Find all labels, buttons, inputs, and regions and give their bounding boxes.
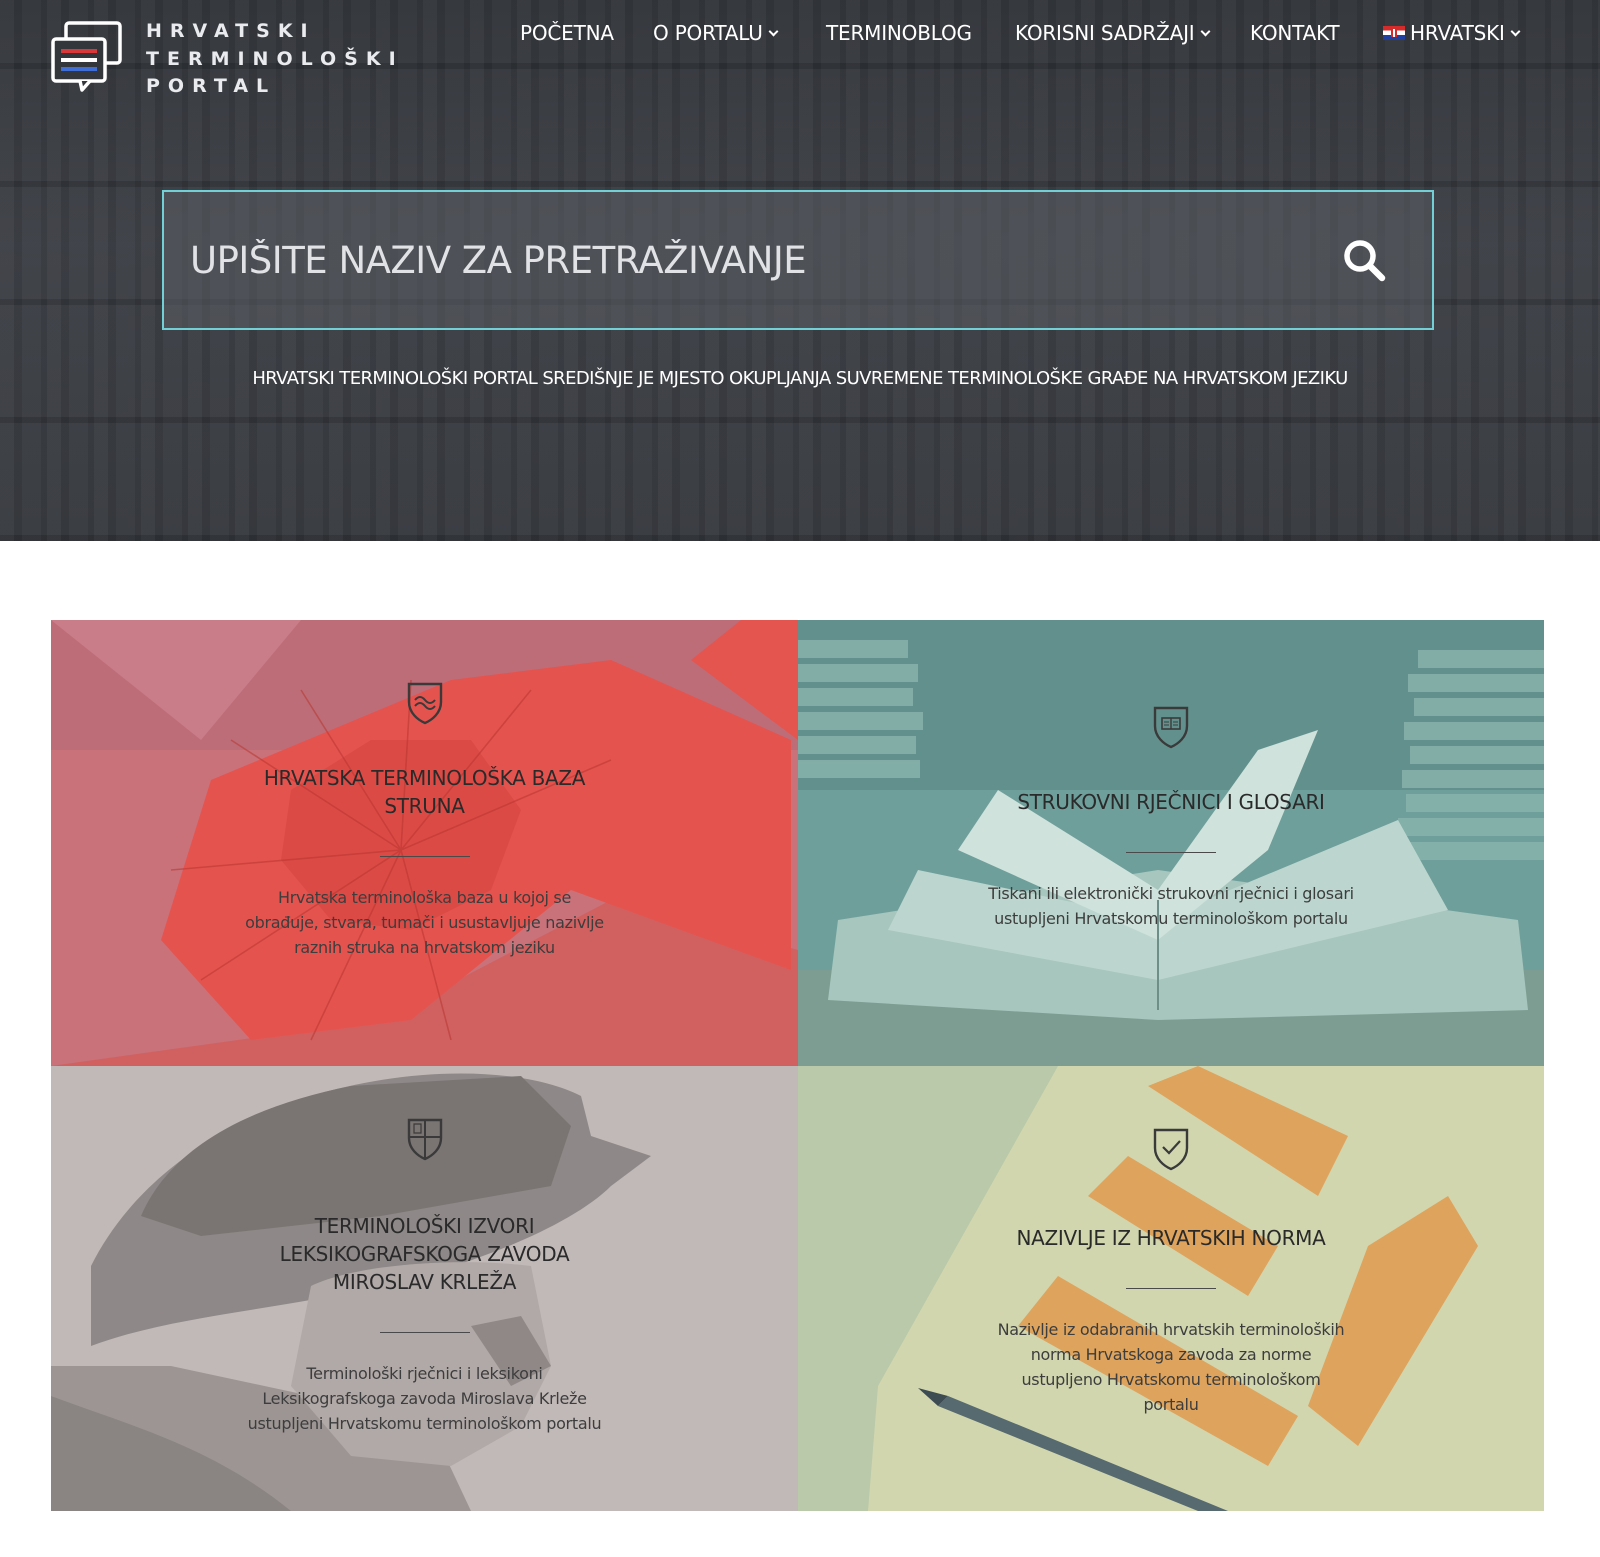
tile-title-line: NAZIVLJE IZ HRVATSKIH NORMA [1016, 1226, 1326, 1250]
shield-wave-icon [407, 682, 442, 725]
tile-description-line: Leksikografskoga zavoda Miroslava Krleže [262, 1389, 587, 1408]
nav-item-o-portalu[interactable]: O PORTALU [653, 18, 779, 48]
tile-description-line: obrađuje, stvara, tumači i usustavljuje … [245, 913, 604, 932]
shield-quarters-icon [407, 1118, 442, 1161]
tile-description: Terminološki rječnici i leksikoni Leksik… [51, 1361, 798, 1436]
tile-description-line: Nazivlje iz odabranih hrvatskih terminol… [997, 1320, 1345, 1339]
portal-sections-grid: HRVATSKA TERMINOLOŠKA BAZA STRUNA Hrvats… [51, 620, 1544, 1511]
tile-divider [379, 1332, 470, 1333]
tile-title: NAZIVLJE IZ HRVATSKIH NORMA [798, 1224, 1544, 1252]
shield-book-icon [1153, 706, 1189, 749]
tile-struna[interactable]: HRVATSKA TERMINOLOŠKA BAZA STRUNA Hrvats… [51, 620, 798, 1066]
tile-content: STRUKOVNI RJEČNICI I GLOSARI Tiskani ili… [798, 704, 1544, 931]
nav-item-label: KONTAKT [1250, 21, 1340, 45]
tile-description-line: norma Hrvatskoga zavoda za norme [1030, 1345, 1312, 1364]
nav-item-terminoblog[interactable]: TERMINOBLOG [826, 18, 972, 48]
nav-item-kontakt[interactable]: KONTAKT [1250, 18, 1340, 48]
tile-description-line: Tiskani ili elektronički strukovni rječn… [988, 884, 1354, 903]
nav-item-korisni-sadrzaji[interactable]: KORISNI SADRŽAJI [1015, 18, 1210, 48]
language-selector[interactable]: HRVATSKI [1383, 18, 1521, 48]
tile-description: Nazivlje iz odabranih hrvatskih terminol… [798, 1317, 1544, 1417]
tile-description-line: portalu [1143, 1395, 1199, 1414]
tile-title-line: STRUNA [384, 794, 465, 818]
tile-description: Tiskani ili elektronički strukovni rječn… [798, 881, 1544, 931]
tile-title-line: STRUKOVNI RJEČNICI I GLOSARI [1017, 790, 1325, 814]
nav-item-label: POČETNA [520, 21, 614, 45]
tile-content: NAZIVLJE IZ HRVATSKIH NORMA Nazivlje iz … [798, 1126, 1544, 1417]
croatian-flag-icon [1383, 26, 1405, 40]
chevron-down-icon [1510, 26, 1521, 36]
tile-description-line: ustupljeni Hrvatskomu terminološkom port… [247, 1414, 602, 1433]
tile-divider [1126, 852, 1216, 853]
tile-lzmk-izvori[interactable]: TERMINOLOŠKI IZVORI LEKSIKOGRAFSKOGA ZAV… [51, 1066, 798, 1511]
nav-item-label: TERMINOBLOG [826, 21, 972, 45]
tile-title-line: MIROSLAV KRLEŽA [332, 1270, 517, 1294]
search-icon[interactable] [1342, 238, 1388, 284]
tile-description-line: ustupljeni Hrvatskomu terminološkom port… [994, 909, 1348, 928]
search-input[interactable] [190, 192, 1290, 328]
chevron-down-icon [1200, 26, 1210, 36]
nav-item-label: O PORTALU [653, 21, 763, 45]
nav-item-label: KORISNI SADRŽAJI [1015, 21, 1195, 45]
tile-hrvatske-norme[interactable]: NAZIVLJE IZ HRVATSKIH NORMA Nazivlje iz … [798, 1066, 1544, 1511]
tile-title-line: TERMINOLOŠKI IZVORI [314, 1214, 535, 1238]
tile-divider [379, 856, 470, 857]
tile-description: Hrvatska terminološka baza u kojoj se ob… [51, 885, 798, 960]
tile-title: TERMINOLOŠKI IZVORI LEKSIKOGRAFSKOGA ZAV… [51, 1212, 798, 1296]
tile-title-line: LEKSIKOGRAFSKOGA ZAVODA [279, 1242, 570, 1266]
tile-description-line: Terminološki rječnici i leksikoni [306, 1364, 543, 1383]
tile-description-line: raznih struka na hrvatskom jeziku [294, 938, 555, 957]
tile-title: HRVATSKA TERMINOLOŠKA BAZA STRUNA [51, 764, 798, 820]
tile-strukovni-rjecnici[interactable]: STRUKOVNI RJEČNICI I GLOSARI Tiskani ili… [798, 620, 1544, 1066]
hero-tagline: HRVATSKI TERMINOLOŠKI PORTAL SREDIŠNJE J… [252, 368, 1348, 389]
language-label: HRVATSKI [1410, 21, 1505, 45]
chevron-down-icon [768, 26, 779, 36]
tile-content: TERMINOLOŠKI IZVORI LEKSIKOGRAFSKOGA ZAV… [51, 1116, 798, 1436]
logo-line-3: PORTAL [146, 75, 277, 97]
tile-title: STRUKOVNI RJEČNICI I GLOSARI [798, 788, 1544, 816]
logo-line-2: TERMINOLOŠKI [146, 47, 404, 70]
tile-divider [1126, 1288, 1216, 1289]
tile-content: HRVATSKA TERMINOLOŠKA BAZA STRUNA Hrvats… [51, 680, 798, 960]
search-bar [162, 190, 1434, 330]
tile-description-line: Hrvatska terminološka baza u kojoj se [278, 888, 571, 907]
shield-check-icon [1153, 1128, 1189, 1171]
tile-description-line: ustupljeno Hrvatskomu terminološkom [1021, 1370, 1321, 1389]
hero-section: HRVATSKI TERMINOLOŠKI PORTAL POČETNA O P… [0, 0, 1600, 541]
nav-item-pocetna[interactable]: POČETNA [520, 18, 614, 48]
main-navigation: POČETNA O PORTALU TERMINOBLOG KORISNI SA… [0, 18, 1600, 48]
tile-title-line: HRVATSKA TERMINOLOŠKA BAZA [263, 766, 586, 790]
